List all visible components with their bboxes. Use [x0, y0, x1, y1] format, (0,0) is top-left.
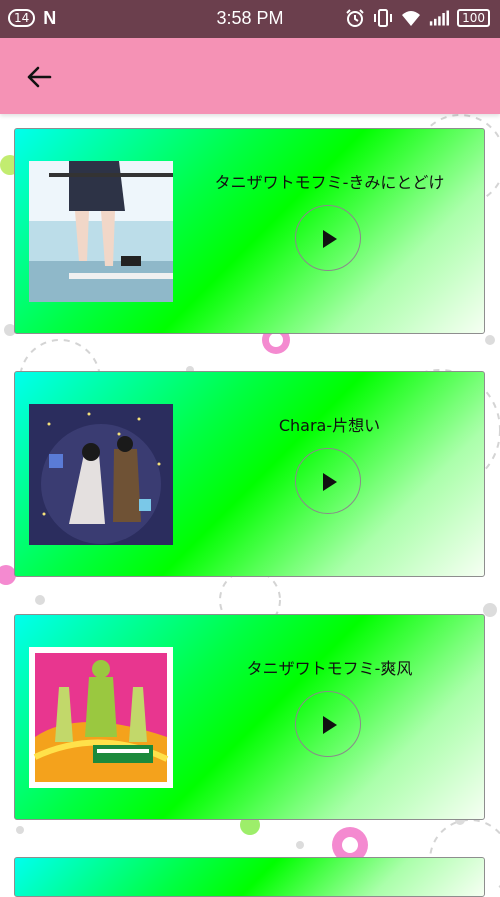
play-icon	[323, 716, 337, 734]
album-cover-anime-couple	[29, 404, 173, 545]
song-title: タニザワトモフミ-きみにとどけ	[214, 173, 445, 192]
play-icon	[323, 230, 337, 248]
song-card[interactable]	[14, 857, 485, 897]
wifi-icon	[402, 11, 421, 26]
play-icon	[323, 473, 337, 491]
arrow-left-icon[interactable]	[22, 60, 56, 94]
signal-icon	[429, 10, 450, 26]
play-button[interactable]	[295, 448, 361, 514]
album-cover-schoolgirl	[29, 161, 173, 302]
album-cover-psychedelic	[29, 647, 173, 788]
song-title: タニザワトモフミ-爽风	[246, 659, 413, 678]
status-bar: 14 N 3:58 PM 100	[0, 0, 500, 38]
vibrate-icon	[374, 9, 393, 27]
song-card[interactable]: タニザワトモフミ-きみにとどけ	[14, 128, 485, 334]
song-title: Chara-片想い	[278, 416, 381, 435]
alarm-icon	[346, 9, 364, 27]
song-card[interactable]: タニザワトモフミ-爽风	[14, 614, 485, 820]
play-button[interactable]	[295, 691, 361, 757]
play-button[interactable]	[295, 205, 361, 271]
song-card[interactable]: Chara-片想い	[14, 371, 485, 577]
battery-indicator: 100	[457, 9, 490, 27]
app-bar	[0, 38, 500, 114]
